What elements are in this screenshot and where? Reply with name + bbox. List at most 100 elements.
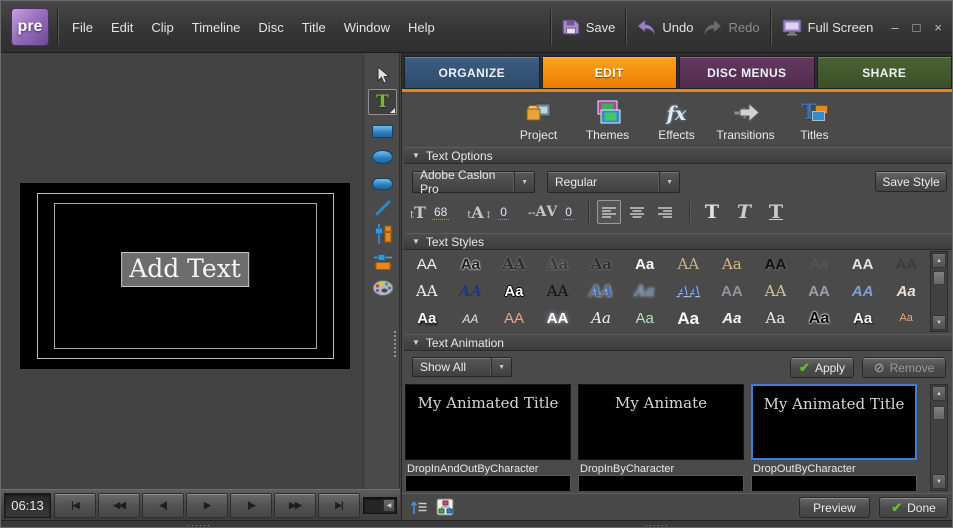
text-style-swatch[interactable]: Aa — [722, 257, 742, 272]
scrollbar-thumb[interactable] — [933, 271, 945, 285]
animation-thumbnail[interactable]: My Animate — [578, 384, 744, 460]
underline-button[interactable]: T — [762, 199, 790, 225]
text-style-swatch[interactable]: Aa — [504, 284, 523, 299]
title-text-object[interactable]: Add Text — [121, 252, 249, 287]
menu-item[interactable]: Disc — [249, 16, 292, 39]
animation-preset[interactable]: My Animated Title DropInAndOutByCharacte… — [405, 384, 571, 475]
done-button[interactable]: ✔ Done — [879, 497, 948, 518]
rectangle-tool-button[interactable] — [368, 119, 397, 143]
template-properties-button[interactable] — [436, 498, 454, 516]
text-style-swatch[interactable]: AA — [502, 257, 525, 272]
align-left-button[interactable] — [597, 200, 621, 224]
undo-button[interactable]: Undo — [637, 20, 693, 35]
video-preview[interactable]: Add Text — [20, 183, 350, 369]
menu-item[interactable]: Edit — [102, 16, 142, 39]
animation-thumbnail[interactable]: My Animated Title — [751, 384, 917, 460]
tab-disc-menus[interactable]: DISC MENUS — [679, 56, 815, 89]
text-style-swatch[interactable]: AA — [462, 313, 478, 325]
scroll-up-icon[interactable]: ▲ — [932, 386, 946, 401]
maximize-button[interactable]: □ — [913, 21, 921, 34]
text-styles-header[interactable]: ▼ Text Styles — [404, 233, 952, 250]
align-right-button[interactable] — [653, 200, 677, 224]
menu-item[interactable]: Clip — [142, 16, 182, 39]
text-style-swatch[interactable]: AA — [547, 284, 569, 299]
sort-order-button[interactable] — [410, 498, 428, 516]
tab-edit[interactable]: EDIT — [542, 56, 678, 89]
text-animation-header[interactable]: ▼ Text Animation — [404, 334, 952, 351]
text-style-swatch[interactable]: AA — [677, 284, 700, 299]
menu-item[interactable]: Title — [293, 16, 335, 39]
fast-forward-button[interactable]: ▶▶ — [274, 493, 316, 518]
scroll-left-icon[interactable]: ◀ — [383, 499, 395, 512]
text-options-header[interactable]: ▼ Text Options — [404, 147, 952, 164]
align-center-button[interactable] — [625, 200, 649, 224]
faux-bold-button[interactable]: T — [698, 199, 726, 225]
text-style-swatch[interactable]: Aa — [590, 257, 611, 272]
splitter-grip-icon[interactable]: ······ — [187, 523, 211, 527]
type-tool-button[interactable]: T — [368, 89, 397, 115]
text-style-swatch[interactable]: AA — [547, 311, 569, 326]
menu-item[interactable]: Timeline — [183, 16, 250, 39]
line-tool-button[interactable] — [368, 196, 397, 220]
text-style-swatch[interactable]: Aa — [899, 313, 912, 324]
font-style-dropdown[interactable]: Regular ▼ — [547, 171, 680, 193]
mode-transitions-button[interactable]: Transitions — [711, 97, 780, 142]
rewind-button[interactable]: ◀◀ — [98, 493, 140, 518]
text-style-swatch[interactable]: Aa — [677, 310, 699, 327]
text-style-swatch[interactable]: AA — [852, 257, 874, 272]
splitter-grip-icon[interactable]: ······ — [645, 523, 669, 527]
selection-tool-button[interactable] — [368, 63, 397, 87]
animation-thumbnail[interactable] — [405, 475, 571, 491]
rounded-rectangle-tool-button[interactable] — [368, 172, 397, 196]
text-style-swatch[interactable]: Aa — [722, 311, 741, 326]
text-style-swatch[interactable]: AA — [808, 284, 830, 299]
kerning-value[interactable]: 0 — [563, 205, 574, 220]
scrollbar-thumb[interactable] — [933, 406, 945, 420]
timecode-display[interactable]: 06:13 — [4, 493, 51, 518]
preview-scrollbar[interactable]: ◀ — [363, 497, 397, 514]
text-style-swatch[interactable]: AA — [852, 284, 874, 299]
menu-item[interactable]: Help — [399, 16, 444, 39]
faux-italic-button[interactable]: T — [730, 199, 758, 225]
animation-scrollbar[interactable]: ▲ ▼ — [930, 384, 948, 491]
font-size-value[interactable]: 68 — [432, 205, 449, 220]
save-style-button[interactable]: Save Style — [875, 171, 947, 192]
minimize-button[interactable]: – — [891, 21, 898, 34]
color-properties-button[interactable] — [368, 250, 397, 274]
font-family-dropdown[interactable]: Adobe Caslon Pro ▼ — [412, 171, 535, 193]
panel-splitter-handle[interactable] — [394, 331, 397, 357]
text-style-swatch[interactable]: AA — [765, 257, 787, 272]
text-style-swatch[interactable]: Aa — [766, 311, 786, 326]
text-style-swatch[interactable]: AA — [459, 284, 482, 299]
redo-button[interactable]: Redo — [703, 20, 759, 35]
tab-organize[interactable]: ORGANIZE — [404, 56, 540, 89]
animation-filter-dropdown[interactable]: Show All ▼ — [412, 357, 512, 377]
text-style-swatch[interactable]: Aa — [417, 311, 436, 326]
animation-thumbnail[interactable]: My Animated Title — [405, 384, 571, 460]
text-style-swatch[interactable]: AA — [895, 257, 917, 272]
text-style-swatch[interactable]: Aa — [636, 311, 654, 326]
text-style-swatch[interactable]: Aa — [547, 257, 568, 272]
play-button[interactable]: ▶ — [186, 493, 228, 518]
close-button[interactable]: × — [934, 21, 942, 34]
text-style-swatch[interactable]: AA — [417, 257, 437, 272]
step-forward-button[interactable]: |▶ — [230, 493, 272, 518]
text-style-swatch[interactable]: Aa — [635, 284, 655, 299]
menu-item[interactable]: File — [63, 16, 102, 39]
style-properties-button[interactable] — [368, 222, 397, 246]
step-back-button[interactable]: ◀| — [142, 493, 184, 518]
text-style-swatch[interactable]: Aa — [591, 311, 611, 326]
animation-preset[interactable]: My Animated Title DropOutByCharacter — [751, 384, 917, 475]
animation-thumbnail[interactable] — [751, 475, 917, 491]
tab-share[interactable]: SHARE — [817, 56, 953, 89]
go-to-start-button[interactable]: |◀ — [54, 493, 96, 518]
remove-animation-button[interactable]: ⊘ Remove — [862, 357, 946, 378]
fullscreen-button[interactable]: Full Screen — [782, 19, 874, 36]
text-style-swatch[interactable]: AA — [589, 284, 612, 299]
menu-item[interactable]: Window — [335, 16, 399, 39]
text-styles-scrollbar[interactable]: ▲ ▼ — [930, 251, 948, 332]
text-style-swatch[interactable]: AA — [721, 284, 743, 299]
text-style-swatch[interactable]: Aa — [897, 284, 916, 299]
text-style-swatch[interactable]: Aa — [853, 311, 872, 326]
scroll-down-icon[interactable]: ▼ — [932, 315, 946, 330]
